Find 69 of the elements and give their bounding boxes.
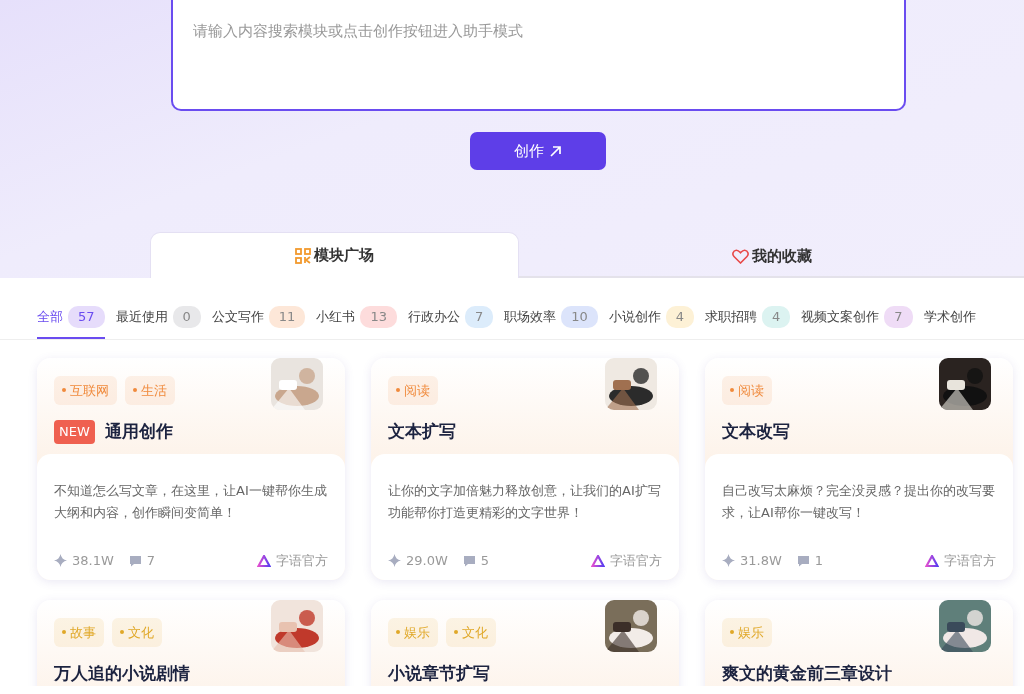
count-badge: 11: [268, 306, 306, 328]
category-tab[interactable]: 行政办公 7: [407, 306, 494, 339]
card-title: 文本扩写: [388, 420, 456, 443]
create-button[interactable]: 创作: [470, 132, 606, 170]
count-badge: 13: [360, 306, 397, 328]
card-title: 小说章节扩写: [388, 662, 490, 685]
module-card[interactable]: 阅读 文本扩写 让你的文字加倍魅力释放创意，让我们的AI扩写功能帮你打造更精彩的文字世界！ 29.0W 5 字语官方: [371, 357, 679, 580]
comment-icon: [462, 554, 476, 567]
tag: 互联网: [54, 375, 117, 405]
module-card[interactable]: 娱乐 爽文的黄金前三章设计: [705, 599, 1013, 686]
comment-count: 5: [480, 552, 490, 570]
logo-icon: [925, 554, 939, 567]
logo-icon: [591, 554, 605, 567]
card-title: 爽文的黄金前三章设计: [722, 662, 892, 685]
sparkle-icon: [722, 554, 735, 568]
card-description: 自己改写太麻烦？完全没灵感？提出你的改写要求，让AI帮你一键改写！: [722, 481, 996, 522]
count-badge: 10: [561, 306, 598, 328]
category-tab[interactable]: 求职招聘 4: [705, 306, 791, 339]
heart-icon: [731, 248, 749, 264]
module-card[interactable]: 故事 文化 万人追的小说剧情: [37, 599, 345, 686]
count-badge: 0: [172, 306, 201, 328]
count-badge: 57: [68, 306, 105, 328]
sparkle-icon: [388, 554, 401, 568]
comment-count: 7: [146, 552, 156, 570]
card-title: 文本改写: [722, 420, 790, 443]
category-tab[interactable]: 视频文案创作 7: [801, 306, 913, 339]
category-tab[interactable]: 小说创作 4: [608, 306, 695, 339]
category-tab[interactable]: 全部 57: [37, 306, 105, 339]
count-badge: 7: [464, 306, 494, 328]
category-tab[interactable]: 职场效率 10: [504, 306, 598, 339]
tag: 故事: [54, 617, 104, 647]
card-title: 通用创作: [104, 420, 173, 443]
tag: 文化: [112, 617, 162, 647]
count-badge: 4: [665, 306, 695, 328]
category-tab[interactable]: 小红书 13: [316, 306, 397, 339]
usage-count: 29.0W: [406, 552, 448, 570]
arrow-icon: [549, 144, 562, 158]
card-title: 万人追的小说剧情: [54, 662, 190, 685]
author-name: 字语官方: [610, 552, 662, 570]
count-badge: 7: [884, 306, 913, 328]
comment-count: 1: [814, 552, 824, 570]
tab[interactable]: 我的收藏: [519, 236, 1024, 278]
tag: 文化: [446, 617, 496, 647]
category-tab[interactable]: 最近使用 0: [115, 306, 201, 339]
tag: 娱乐: [388, 617, 438, 647]
tab[interactable]: 模块广场: [150, 232, 519, 278]
category-tab[interactable]: 学术创作: [923, 306, 976, 339]
author-name: 字语官方: [276, 552, 328, 570]
module-card[interactable]: 互联网 生活 NEW 通用创作 不知道怎么写文章，在这里，让AI一键帮你生成大纲和内容，创作瞬间变简单！ 38.1W 7 字语官方: [37, 357, 345, 580]
grid-icon: [295, 247, 311, 264]
usage-count: 31.8W: [740, 552, 782, 570]
new-badge: NEW: [54, 420, 95, 444]
tag: 阅读: [722, 375, 772, 405]
logo-icon: [257, 554, 271, 567]
comment-icon: [128, 554, 142, 567]
author-name: 字语官方: [944, 552, 996, 570]
sparkle-icon: [54, 554, 67, 568]
card-description: 不知道怎么写文章，在这里，让AI一键帮你生成大纲和内容，创作瞬间变简单！: [54, 481, 328, 522]
module-card[interactable]: 娱乐 文化 小说章节扩写: [371, 599, 679, 686]
search-field[interactable]: 请输入内容搜索模块或点击创作按钮进入助手模式: [171, 0, 906, 111]
comment-icon: [796, 554, 810, 567]
category-tab[interactable]: 公文写作 11: [211, 306, 306, 339]
tag: 娱乐: [722, 617, 772, 647]
count-badge: 4: [762, 306, 791, 328]
tag: 阅读: [388, 375, 438, 405]
tag: 生活: [125, 375, 175, 405]
module-card[interactable]: 阅读 文本改写 自己改写太麻烦？完全没灵感？提出你的改写要求，让AI帮你一键改写！ 31.8W 1 字语官方: [705, 357, 1013, 580]
card-description: 让你的文字加倍魅力释放创意，让我们的AI扩写功能帮你打造更精彩的文字世界！: [388, 481, 662, 522]
usage-count: 38.1W: [72, 552, 114, 570]
